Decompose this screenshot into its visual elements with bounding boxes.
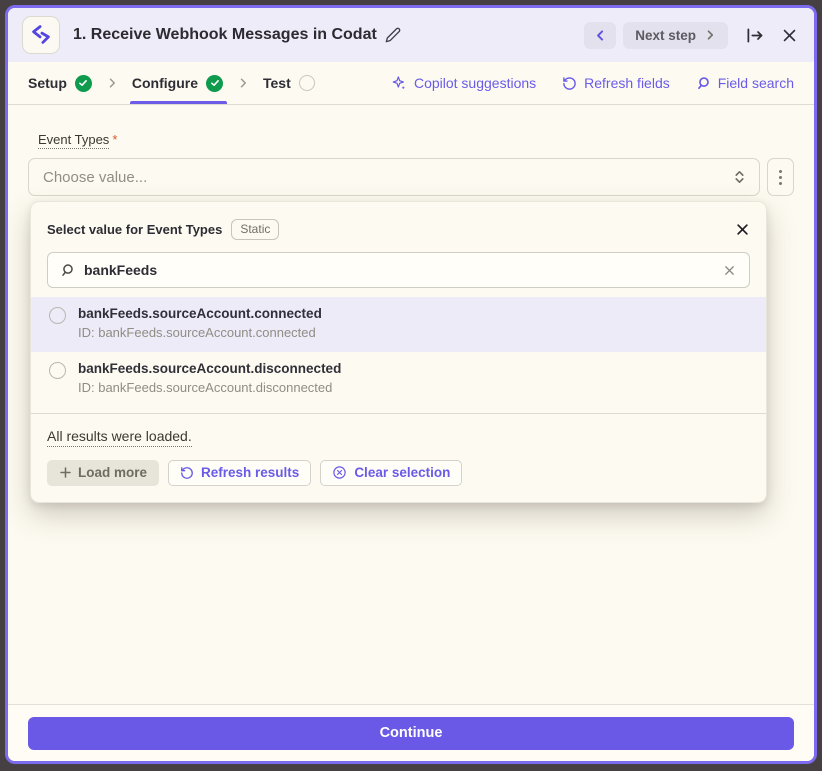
- radio-button[interactable]: [49, 362, 66, 379]
- sparkle-icon: [391, 75, 407, 91]
- step-tabbar: Setup Configure Test: [8, 62, 814, 105]
- dropdown-options-list: bankFeeds.sourceAccount.connected ID: ba…: [31, 297, 766, 406]
- panel-header: 1. Receive Webhook Messages in Codat Nex…: [8, 8, 814, 62]
- option-bankfeeds-disconnected[interactable]: bankFeeds.sourceAccount.disconnected ID:…: [31, 352, 766, 407]
- kebab-icon: [779, 170, 782, 173]
- option-bankfeeds-connected[interactable]: bankFeeds.sourceAccount.connected ID: ba…: [31, 297, 766, 352]
- clear-selection-label: Clear selection: [354, 465, 450, 480]
- refresh-icon: [180, 466, 194, 480]
- previous-step-button[interactable]: [584, 22, 616, 49]
- option-label: bankFeeds.sourceAccount.connected: [78, 305, 322, 324]
- select-placeholder: Choose value...: [43, 169, 732, 186]
- dropdown-title: Select value for Event Types: [47, 222, 222, 237]
- step-editor-panel: 1. Receive Webhook Messages in Codat Nex…: [5, 5, 817, 764]
- tab-configure-label: Configure: [132, 75, 198, 91]
- clear-search-button[interactable]: [722, 263, 737, 278]
- circle-x-icon: [332, 465, 347, 480]
- next-step-label: Next step: [635, 28, 696, 43]
- search-icon: [696, 76, 711, 91]
- bar-arrow-right-icon: [744, 25, 765, 46]
- radio-button[interactable]: [49, 307, 66, 324]
- event-types-select[interactable]: Choose value...: [28, 158, 760, 196]
- chevron-right-icon: [704, 29, 716, 41]
- close-icon: [781, 27, 798, 44]
- option-id: ID: bankFeeds.sourceAccount.disconnected: [78, 379, 341, 398]
- codat-app-icon: [22, 16, 60, 54]
- plus-icon: [59, 466, 72, 479]
- chevron-up-down-icon: [732, 169, 747, 185]
- tab-configure[interactable]: Configure: [132, 62, 223, 104]
- clear-selection-button[interactable]: Clear selection: [320, 460, 462, 486]
- configure-form: Event Types* Choose value... Select valu…: [8, 105, 814, 704]
- active-tab-underline: [130, 101, 227, 104]
- field-options-menu-button[interactable]: [767, 158, 794, 196]
- code-brackets-icon: [28, 22, 54, 48]
- load-more-button[interactable]: Load more: [47, 460, 159, 486]
- refresh-fields-button[interactable]: Refresh fields: [562, 75, 670, 91]
- static-badge: Static: [231, 219, 279, 240]
- dropdown-close-button[interactable]: [735, 222, 750, 237]
- search-icon: [60, 263, 75, 278]
- close-icon: [722, 263, 737, 278]
- collapse-panel-button[interactable]: [744, 25, 765, 46]
- tab-separator-icon: [106, 77, 118, 89]
- tab-test[interactable]: Test: [263, 62, 315, 104]
- load-more-label: Load more: [78, 465, 147, 480]
- tab-setup-label: Setup: [28, 75, 67, 91]
- option-id: ID: bankFeeds.sourceAccount.connected: [78, 324, 322, 343]
- dropdown-search-box: [47, 252, 750, 288]
- refresh-results-label: Refresh results: [201, 465, 299, 480]
- field-search-button[interactable]: Field search: [696, 75, 794, 91]
- field-search-label: Field search: [718, 75, 794, 91]
- configure-complete-icon: [206, 75, 223, 92]
- continue-button[interactable]: Continue: [28, 717, 794, 750]
- copilot-suggestions-label: Copilot suggestions: [414, 75, 536, 91]
- option-label: bankFeeds.sourceAccount.disconnected: [78, 360, 341, 379]
- event-types-label: Event Types: [38, 132, 109, 149]
- tab-setup[interactable]: Setup: [28, 62, 92, 104]
- panel-footer: Continue: [8, 704, 814, 761]
- edit-title-icon[interactable]: [385, 27, 401, 43]
- refresh-icon: [562, 76, 577, 91]
- tab-test-label: Test: [263, 75, 291, 91]
- close-icon: [735, 222, 750, 237]
- tab-separator-icon: [237, 77, 249, 89]
- chevron-left-icon: [594, 29, 607, 42]
- refresh-fields-label: Refresh fields: [584, 75, 670, 91]
- results-loaded-note: All results were loaded.: [47, 428, 192, 447]
- next-step-button[interactable]: Next step: [623, 22, 728, 49]
- event-types-dropdown: Select value for Event Types Static: [30, 201, 767, 503]
- step-title: 1. Receive Webhook Messages in Codat: [73, 26, 377, 44]
- dropdown-search-input[interactable]: [84, 262, 713, 278]
- setup-complete-icon: [75, 75, 92, 92]
- copilot-suggestions-button[interactable]: Copilot suggestions: [391, 75, 536, 91]
- required-marker: *: [112, 132, 117, 147]
- test-incomplete-icon: [299, 75, 315, 91]
- close-panel-button[interactable]: [781, 27, 798, 44]
- refresh-results-button[interactable]: Refresh results: [168, 460, 311, 486]
